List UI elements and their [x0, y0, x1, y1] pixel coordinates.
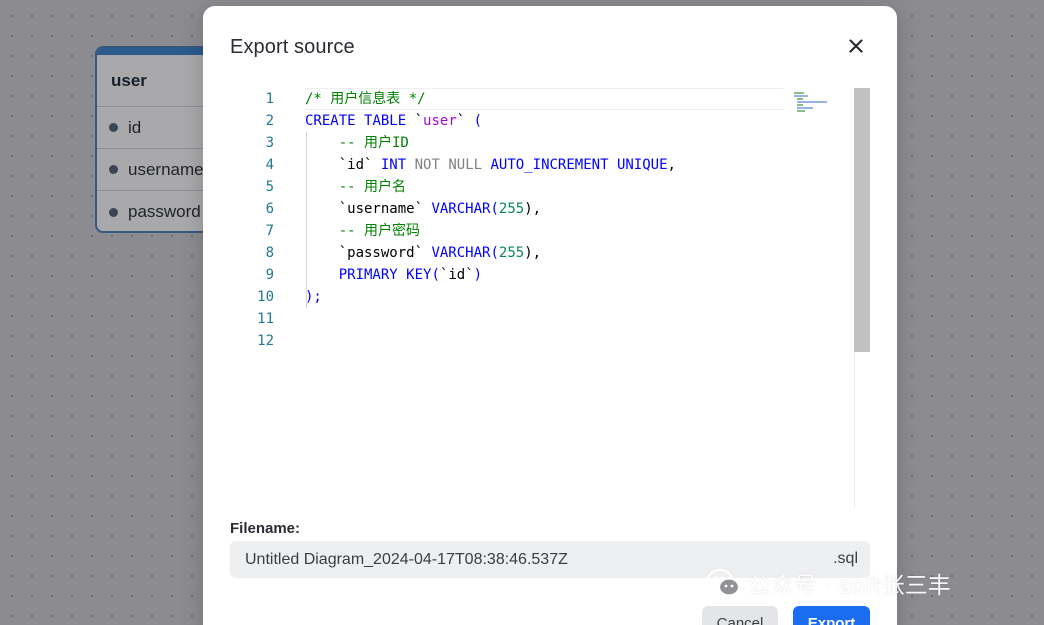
code-line: `id` INT NOT NULL AUTO_INCREMENT UNIQUE,: [338, 157, 676, 173]
code-minimap[interactable]: [790, 90, 850, 114]
editor-scrollbar-thumb[interactable]: [854, 88, 870, 352]
code-line: -- 用户密码: [305, 223, 421, 239]
code-editor[interactable]: 1 2 3 4 5 6 7 8 9 10 11 12 /* 用户信息表 */ C…: [230, 88, 870, 508]
line-number-gutter: 1 2 3 4 5 6 7 8 9 10 11 12: [230, 88, 292, 352]
code-line: );: [305, 289, 322, 305]
code-line: /* 用户信息表 */: [305, 88, 783, 110]
cancel-button[interactable]: Cancel: [702, 606, 778, 625]
export-button[interactable]: Export: [793, 606, 870, 625]
code-area[interactable]: /* 用户信息表 */ CREATE TABLE `user` ( -- 用户I…: [305, 88, 805, 352]
line-number: 8: [265, 245, 274, 261]
line-number: 3: [265, 135, 274, 151]
field-dot-icon: [109, 123, 118, 132]
modal-title: Export source: [230, 36, 355, 58]
line-number: 12: [257, 333, 274, 349]
line-number: 5: [265, 179, 274, 195]
code-line: `password` VARCHAR(255),: [338, 245, 542, 261]
line-number: 10: [257, 289, 274, 305]
code-line: CREATE TABLE `user` (: [305, 113, 483, 129]
er-field-label: id: [128, 117, 142, 137]
er-field-label: password: [128, 202, 201, 221]
field-dot-icon: [109, 165, 118, 174]
code-line: `username` VARCHAR(255),: [338, 201, 542, 217]
er-field-label: username: [128, 159, 204, 179]
wechat-icon: [706, 568, 741, 597]
field-dot-icon: [109, 207, 118, 217]
filename-label: Filename:: [230, 520, 301, 537]
line-number: 9: [265, 267, 274, 283]
line-number: 4: [265, 157, 274, 173]
code-line: -- 用户ID: [305, 135, 409, 151]
line-number: 6: [265, 201, 274, 217]
line-number: 1: [265, 91, 274, 107]
export-source-modal: Export source 1 2 3 4 5 6 7 8 9 10 11 12…: [203, 6, 897, 625]
close-button[interactable]: [845, 35, 867, 57]
line-number: 2: [265, 113, 274, 129]
watermark-text: 公众号 · soft张三丰: [748, 573, 951, 599]
code-line: -- 用户名: [305, 179, 407, 195]
watermark: 公众号 · soft张三丰: [706, 566, 951, 600]
line-number: 11: [257, 311, 274, 327]
close-icon: [849, 39, 863, 53]
code-line: PRIMARY KEY(`id`): [338, 267, 483, 283]
line-number: 7: [265, 223, 274, 239]
